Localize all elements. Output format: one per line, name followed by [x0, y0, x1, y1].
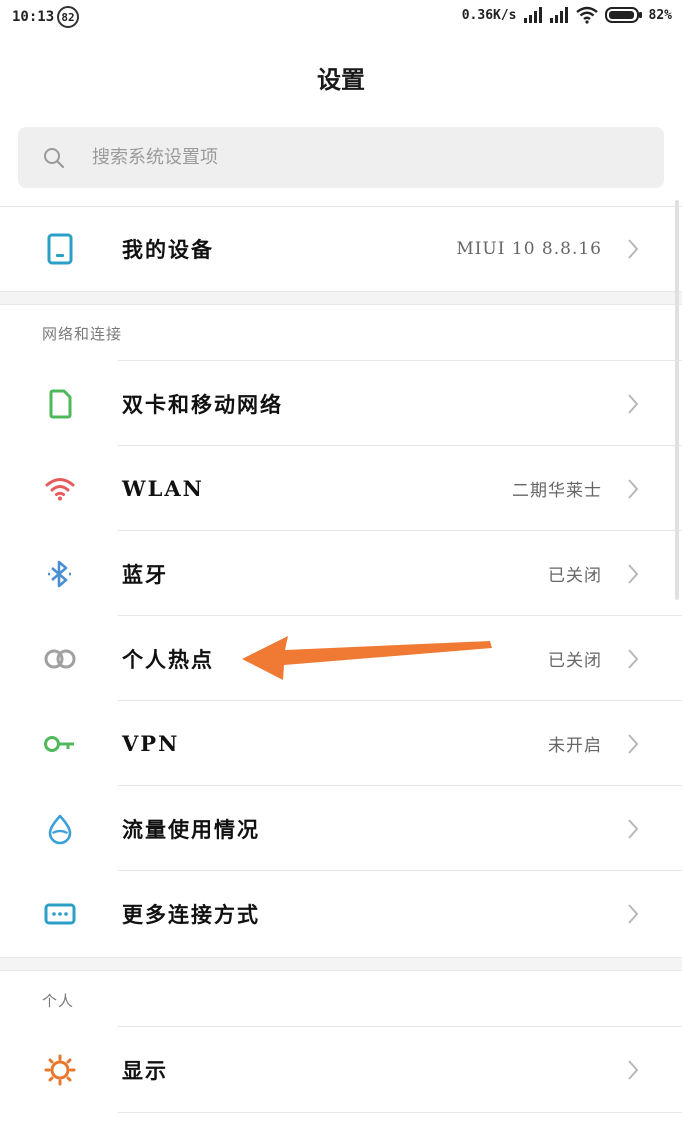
section-gap [0, 957, 682, 971]
signal-icon [523, 7, 542, 23]
battery-percent: 82% [648, 7, 672, 23]
section-header-personal: 个人 [42, 992, 75, 1010]
status-right: 0.36K/s 82% [462, 6, 672, 24]
search-bar[interactable] [18, 127, 664, 188]
wifi-icon [42, 471, 78, 507]
chevron-right-icon [628, 733, 639, 754]
row-value: 未开启 [548, 736, 602, 756]
row-my-device[interactable]: 我的设备 MIUI 10 8.8.16 [0, 206, 682, 291]
row-label: 更多连接方式 [122, 901, 260, 927]
chevron-right-icon [628, 238, 639, 259]
chevron-right-icon [628, 648, 639, 669]
row-label: 蓝牙 [122, 561, 168, 587]
more-connections-icon [42, 896, 78, 932]
row-label: 我的设备 [122, 236, 214, 262]
row-vpn[interactable]: VPN 未开启 [0, 701, 682, 786]
row-label: 个人热点 [122, 646, 214, 672]
search-icon [44, 147, 65, 168]
row-value: 已关闭 [548, 651, 602, 671]
section-header-network: 网络和连接 [42, 325, 123, 343]
bluetooth-icon [42, 556, 78, 592]
signal-icon [549, 7, 568, 23]
vpn-key-icon [42, 726, 78, 762]
sim-card-icon [42, 386, 78, 422]
chevron-right-icon [628, 818, 639, 839]
wifi-status-icon [575, 6, 598, 24]
row-label: WLAN [122, 476, 204, 501]
row-value: MIUI 10 8.8.16 [456, 238, 602, 259]
status-time: 10:13 [12, 9, 55, 25]
network-speed: 0.36K/s [461, 7, 517, 23]
section-gap [0, 291, 682, 305]
chevron-right-icon [628, 478, 639, 499]
row-dual-sim[interactable]: 双卡和移动网络 [0, 361, 682, 446]
battery-icon [604, 7, 642, 23]
row-label: 显示 [122, 1057, 168, 1083]
row-wlan[interactable]: WLAN 二期华莱士 [0, 446, 682, 531]
notification-badge: 82 [57, 6, 79, 28]
row-bluetooth[interactable]: 蓝牙 已关闭 [0, 531, 682, 616]
chevron-right-icon [628, 1059, 639, 1080]
row-more-connections[interactable]: 更多连接方式 [0, 871, 682, 956]
divider [118, 1112, 682, 1113]
row-label: VPN [122, 731, 180, 756]
scrollbar[interactable] [675, 200, 679, 600]
data-drop-icon [42, 811, 78, 847]
chevron-right-icon [628, 393, 639, 414]
hotspot-icon [42, 641, 78, 677]
row-data-usage[interactable]: 流量使用情况 [0, 786, 682, 871]
display-sun-icon [42, 1052, 78, 1088]
tablet-icon [42, 231, 78, 267]
row-value: 已关闭 [548, 566, 602, 586]
row-value: 二期华莱士 [512, 481, 602, 501]
row-label: 流量使用情况 [122, 816, 260, 842]
chevron-right-icon [628, 563, 639, 584]
row-display[interactable]: 显示 [0, 1027, 682, 1112]
row-hotspot[interactable]: 个人热点 已关闭 [0, 616, 682, 701]
status-bar: 10:13 82 0.36K/s 82% [0, 0, 682, 36]
page-title: 设置 [317, 65, 365, 94]
chevron-right-icon [628, 903, 639, 924]
search-input[interactable] [90, 146, 654, 169]
row-label: 双卡和移动网络 [122, 391, 283, 417]
